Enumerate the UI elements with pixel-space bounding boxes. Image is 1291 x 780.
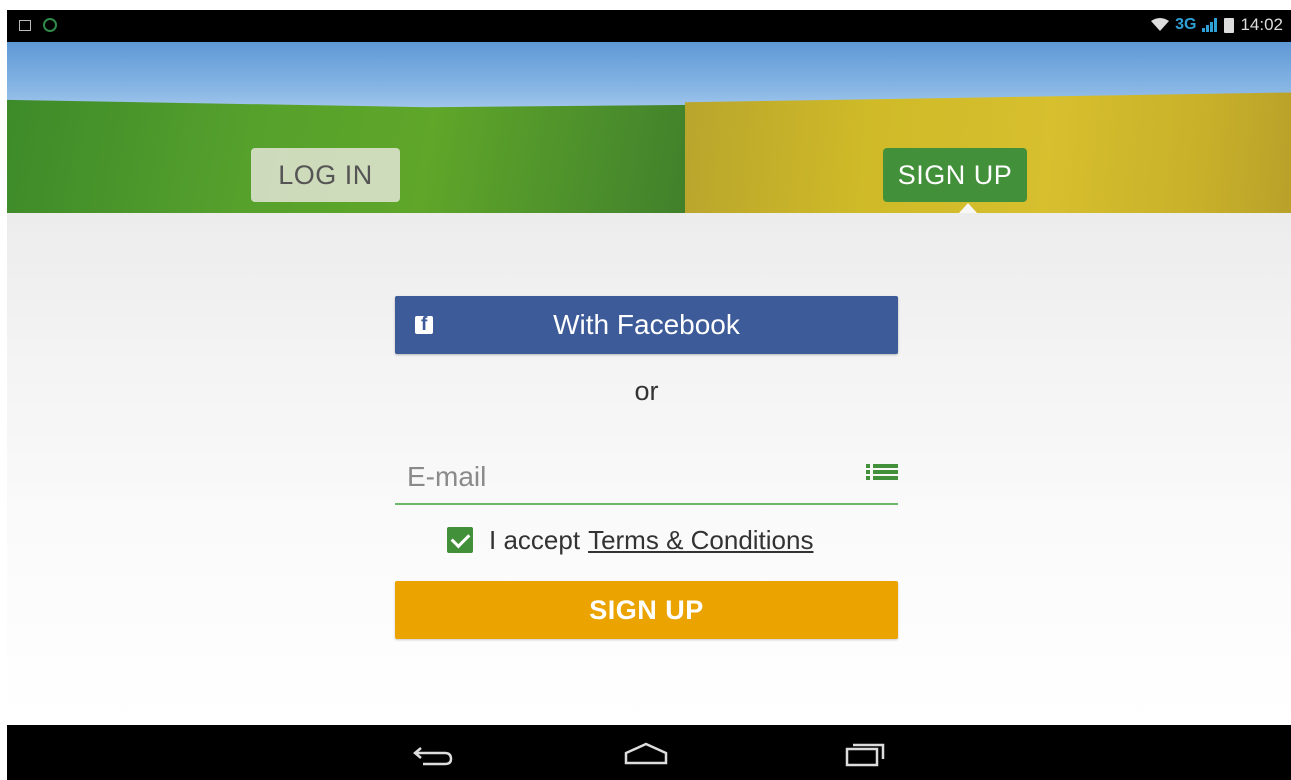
- tab-log-in[interactable]: LOG IN: [251, 148, 400, 202]
- email-input[interactable]: [405, 451, 849, 503]
- wifi-icon: [1151, 18, 1170, 31]
- status-time: 14:02: [1240, 15, 1283, 34]
- back-icon[interactable]: [407, 739, 457, 769]
- accept-terms-checkbox[interactable]: [447, 527, 473, 553]
- home-icon[interactable]: [621, 739, 671, 769]
- header-banner: LOG IN SIGN UP: [7, 42, 1291, 213]
- terms-prefix-text: I accept: [489, 524, 581, 555]
- selected-tab-indicator: [959, 203, 977, 213]
- sign-up-button[interactable]: SIGN UP: [395, 581, 898, 639]
- list-icon[interactable]: [866, 457, 898, 487]
- status-bar: 3G 14:02: [7, 10, 1291, 42]
- email-field[interactable]: [395, 451, 898, 505]
- signal-icon: [1202, 18, 1218, 32]
- network-type: 3G: [1175, 16, 1197, 33]
- or-divider-text: or: [634, 376, 659, 406]
- signup-form: With Facebook or I accept Terms & Condit…: [7, 213, 1291, 725]
- facebook-button-label: With Facebook: [553, 309, 740, 340]
- facebook-icon: [415, 314, 433, 336]
- status-left-icons: [19, 18, 57, 32]
- tab-sign-up[interactable]: SIGN UP: [883, 148, 1027, 202]
- battery-icon: [1224, 17, 1235, 33]
- status-right: 3G 14:02: [1151, 15, 1283, 35]
- gallery-icon: [19, 19, 31, 31]
- navigation-bar: [7, 725, 1291, 780]
- facebook-signup-button[interactable]: With Facebook: [395, 296, 898, 354]
- terms-row: I accept Terms & Conditions: [447, 523, 813, 557]
- recents-icon[interactable]: [841, 739, 891, 769]
- terms-conditions-link[interactable]: Terms & Conditions: [588, 525, 813, 556]
- app-notification-icon: [43, 18, 57, 32]
